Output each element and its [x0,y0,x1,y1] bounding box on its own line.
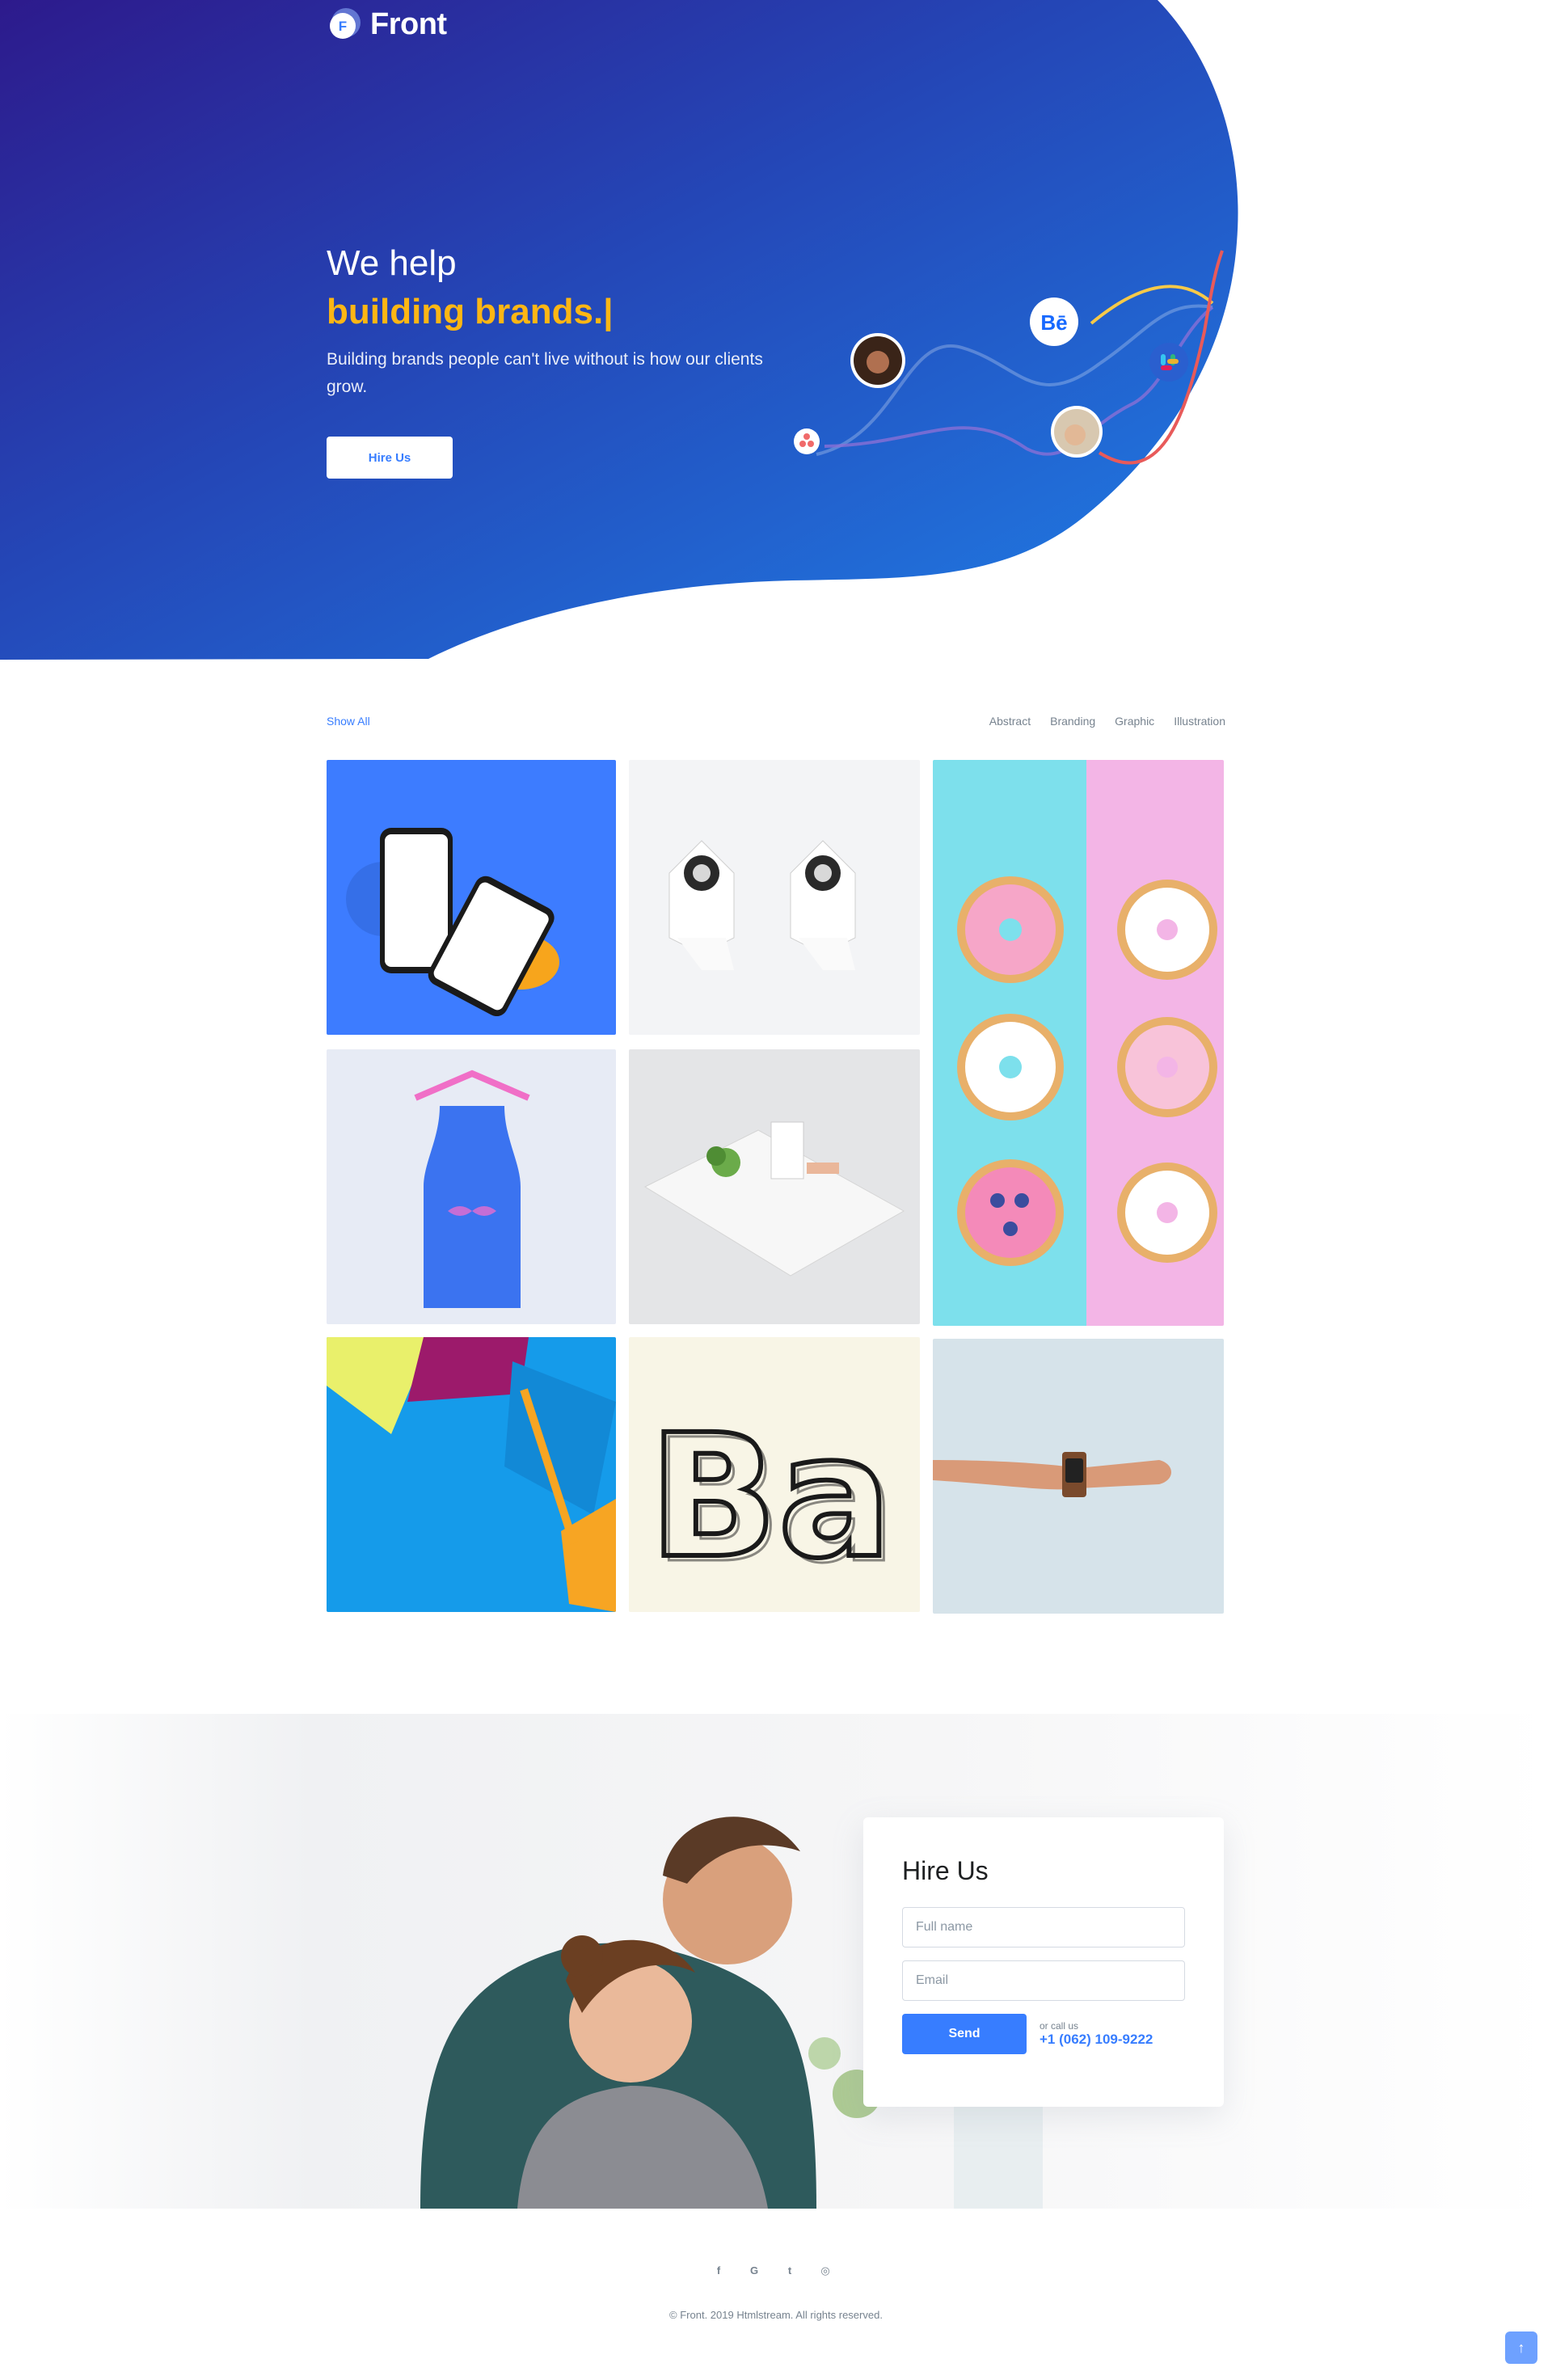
svg-text:Bē: Bē [1040,310,1067,335]
portfolio-image [933,760,1224,1326]
hire-form-card: Hire Us Send or call us +1 (062) 109-922… [863,1817,1224,2107]
google-icon[interactable]: G [747,2264,761,2278]
portfolio-item-envelopes[interactable] [327,1337,616,1612]
portfolio-image [933,1339,1224,1614]
hero-copy: We help building brands.| Building brand… [327,239,779,401]
portfolio-item-typography[interactable]: Ba Ba [629,1337,920,1612]
full-name-field[interactable] [902,1907,1185,1947]
twitter-icon[interactable]: t [782,2264,797,2278]
social-links: f G t ◎ [711,2264,833,2278]
filter-list: Abstract Branding Graphic Illustration [989,715,1225,728]
portfolio-item-speakers[interactable] [629,760,920,1035]
brand-name: Front [370,6,447,41]
hire-form-title: Hire Us [902,1856,989,1885]
copyright: © Front. 2019 Htmlstream. All rights res… [669,2309,883,2321]
filter-graphic[interactable]: Graphic [1115,715,1154,728]
portfolio-item-apron[interactable] [327,1049,616,1324]
portfolio-item-watch[interactable] [933,1339,1224,1614]
hero-headline-highlight: building brands.| [327,292,614,331]
portfolio-image [327,1337,616,1612]
donut [957,1159,1064,1266]
facebook-icon[interactable]: f [711,2264,726,2278]
svg-text:Ba: Ba [653,1403,897,1601]
hero-subtitle: Building brands people can't live withou… [327,350,763,396]
portfolio-item-phones[interactable] [327,760,616,1035]
portfolio-item-product[interactable] [629,1049,920,1324]
send-row: Send or call us +1 (062) 109-9222 [902,2014,1185,2054]
filter-branding[interactable]: Branding [1050,715,1095,728]
portfolio-image: Ba Ba [629,1337,920,1612]
portfolio-image [629,1049,920,1324]
donut [957,1014,1064,1120]
phone-link[interactable]: +1 (062) 109-9222 [1040,2032,1153,2047]
slack-icon [1149,343,1188,382]
logo-letter: F [339,19,347,34]
portfolio-image [327,760,616,1035]
page: F Front We help building brands.| Buildi… [0,0,1552,2380]
email-field[interactable] [902,1960,1185,2001]
donut [1117,1163,1217,1263]
filter-abstract[interactable]: Abstract [989,715,1031,728]
avatar [850,333,905,388]
back-to-top-button[interactable]: ↑ [1505,2331,1537,2364]
donut [1117,1017,1217,1117]
donut [957,876,1064,983]
call-us: or call us +1 (062) 109-9222 [1040,2020,1153,2048]
logo[interactable]: F Front [327,6,447,42]
portfolio-image [629,760,920,1035]
portfolio-item-donuts[interactable] [933,760,1224,1326]
call-label: or call us [1040,2020,1079,2032]
behance-icon: Bē [1030,298,1078,346]
portfolio-filters: Show All Abstract Branding Graphic Illus… [327,715,1225,734]
github-icon[interactable]: ◎ [818,2264,833,2278]
avatar [1051,406,1103,458]
donut [1117,880,1217,980]
hero-illustration: Bē [794,250,1224,465]
asana-icon [794,428,820,454]
hire-background-photo [0,1714,1552,2209]
portfolio-image [327,1049,616,1324]
hero-headline: We help [327,243,457,283]
filter-illustration[interactable]: Illustration [1174,715,1225,728]
logo-icon: F [330,8,361,39]
hamburger-icon[interactable] [1195,18,1219,34]
send-button[interactable]: Send [902,2014,1027,2054]
hire-us-button[interactable]: Hire Us [327,437,453,479]
filter-show-all[interactable]: Show All [327,715,370,728]
